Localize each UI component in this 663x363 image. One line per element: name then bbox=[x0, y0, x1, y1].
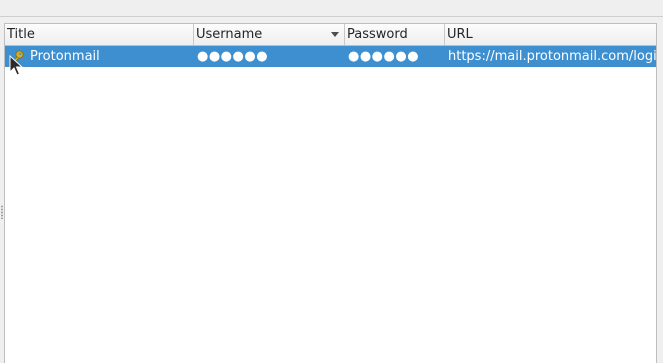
splitter-handle[interactable] bbox=[1, 205, 3, 219]
table-row[interactable]: Protonmail ●●●●●● ●●●●●● https://mail.pr… bbox=[5, 46, 656, 67]
entry-title: Protonmail bbox=[30, 49, 100, 64]
column-header-password-label: Password bbox=[347, 27, 408, 42]
column-header-url-label: URL bbox=[447, 27, 473, 42]
toolbar-area bbox=[0, 0, 663, 17]
column-header-title-label: Title bbox=[7, 27, 35, 42]
cell-title: Protonmail bbox=[5, 46, 194, 67]
cell-password: ●●●●●● bbox=[348, 49, 420, 64]
column-header-username[interactable]: Username bbox=[194, 24, 345, 45]
entry-table[interactable]: Title Username Password URL Protonmail ●… bbox=[4, 23, 657, 363]
table-header: Title Username Password URL bbox=[5, 24, 656, 46]
column-header-password[interactable]: Password bbox=[345, 24, 445, 45]
column-header-title[interactable]: Title bbox=[5, 24, 194, 45]
column-header-url[interactable]: URL bbox=[445, 24, 656, 45]
cell-username: ●●●●●● bbox=[197, 49, 269, 64]
sort-descending-icon bbox=[331, 32, 339, 37]
column-header-username-label: Username bbox=[196, 27, 263, 42]
key-icon bbox=[10, 50, 24, 65]
cell-url: https://mail.protonmail.com/login bbox=[448, 49, 657, 64]
